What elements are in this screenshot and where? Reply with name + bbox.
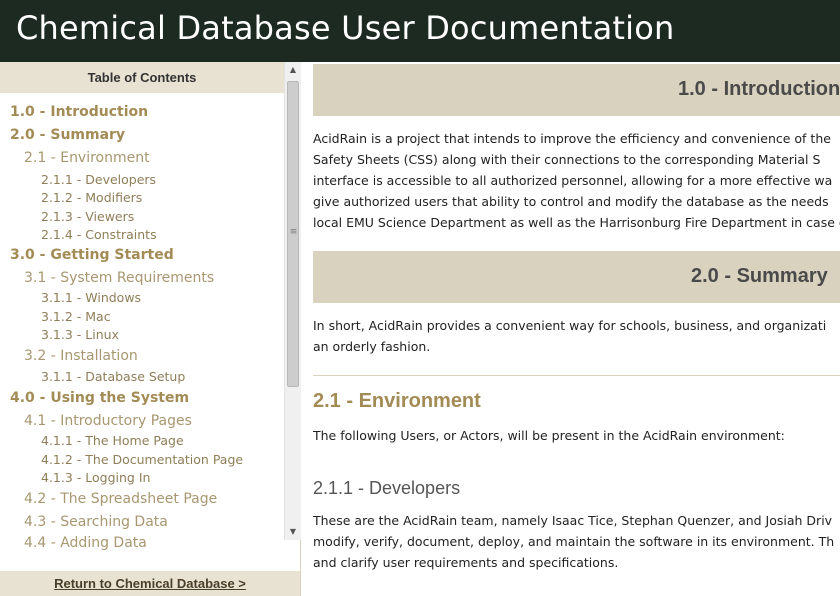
toc-scrollbar[interactable]: ▲ ≡ ▼ — [284, 62, 301, 540]
toc-item[interactable]: 2.1.1 - Developers — [41, 172, 156, 187]
return-to-database-link[interactable]: Return to Chemical Database > — [0, 571, 300, 596]
toc-item[interactable]: 4.1 - Introductory Pages — [24, 413, 192, 429]
table-of-contents-panel: Table of Contents 1.0 - Introduction 2.0 … — [0, 62, 301, 596]
section-band-introduction: 1.0 - Introduction — [313, 64, 840, 116]
heading-developers: 2.1.1 - Developers — [313, 478, 461, 498]
intro-line: Safety Sheets (CSS) along with their con… — [313, 152, 821, 167]
toc-item[interactable]: 4.1.3 - Logging In — [41, 470, 150, 485]
heading-environment: 2.1 - Environment — [313, 390, 481, 412]
toc-item[interactable]: 4.3 - Searching Data — [24, 514, 168, 530]
toc-item[interactable]: 2.0 - Summary — [10, 127, 125, 143]
toc-item[interactable]: 3.1 - System Requirements — [24, 270, 214, 286]
toc-item[interactable]: 3.2 - Installation — [24, 348, 138, 364]
section-title-introduction: 1.0 - Introduction — [678, 78, 840, 100]
toc-list[interactable]: 1.0 - Introduction 2.0 - Summary 2.1 - Env… — [0, 93, 284, 571]
toc-item[interactable]: 3.1.1 - Windows — [41, 290, 141, 305]
toc-item[interactable]: 4.1.1 - The Home Page — [41, 433, 184, 448]
toc-item[interactable]: 3.0 - Getting Started — [10, 247, 174, 263]
toc-item[interactable]: 2.1.4 - Constraints — [41, 227, 157, 242]
summary-paragraph: In short, AcidRain provides a convenient… — [313, 315, 840, 357]
section-band-summary: 2.0 - Summary — [313, 251, 840, 303]
intro-line: interface is accessible to all authorize… — [313, 173, 833, 188]
documentation-content: 1.0 - Introduction AcidRain is a project… — [301, 62, 840, 596]
developers-line: modify, verify, document, deploy, and ma… — [313, 534, 835, 549]
toc-item[interactable]: 4.0 - Using the System — [10, 390, 189, 406]
return-bar: Return to Chemical Database > — [0, 571, 300, 596]
toc-item[interactable]: 4.1.2 - The Documentation Page — [41, 452, 243, 467]
section-title-summary: 2.0 - Summary — [691, 265, 828, 287]
toc-item[interactable]: 2.1.3 - Viewers — [41, 209, 134, 224]
scroll-thumb[interactable]: ≡ — [287, 81, 299, 387]
toc-item[interactable]: 2.1.2 - Modifiers — [41, 190, 142, 205]
scroll-up-arrow-icon[interactable]: ▲ — [285, 62, 301, 78]
toc-item[interactable]: 4.2 - The Spreadsheet Page — [24, 491, 217, 507]
toc-item[interactable]: 3.1.3 - Linux — [41, 327, 119, 342]
summary-line: In short, AcidRain provides a convenient… — [313, 318, 827, 333]
toc-item[interactable]: 3.1.1 - Database Setup — [41, 369, 185, 384]
environment-paragraph: The following Users, or Actors, will be … — [313, 425, 840, 446]
intro-paragraph: AcidRain is a project that intends to im… — [313, 128, 840, 233]
page-title: Chemical Database User Documentation — [16, 9, 675, 47]
grip-icon: ≡ — [289, 227, 298, 237]
intro-line: local EMU Science Department as well as … — [313, 215, 840, 230]
toc-item[interactable]: 2.1 - Environment — [24, 150, 150, 166]
intro-line: AcidRain is a project that intends to im… — [313, 131, 831, 146]
environment-line: The following Users, or Actors, will be … — [313, 428, 785, 443]
page-header: Chemical Database User Documentation — [0, 0, 840, 62]
developers-paragraph: These are the AcidRain team, namely Isaa… — [313, 510, 840, 573]
developers-line: These are the AcidRain team, namely Isaa… — [313, 513, 833, 528]
scroll-down-arrow-icon[interactable]: ▼ — [285, 524, 301, 540]
toc-item[interactable]: 1.0 - Introduction — [10, 104, 148, 120]
toc-item[interactable]: 3.1.2 - Mac — [41, 309, 111, 324]
developers-line: and clarify user requirements and specif… — [313, 555, 619, 570]
toc-item[interactable]: 4.4 - Adding Data — [24, 535, 147, 551]
summary-line: an orderly fashion. — [313, 339, 431, 354]
toc-title: Table of Contents — [0, 62, 284, 93]
intro-line: give authorized users that ability to co… — [313, 194, 829, 209]
section-divider — [313, 375, 840, 376]
